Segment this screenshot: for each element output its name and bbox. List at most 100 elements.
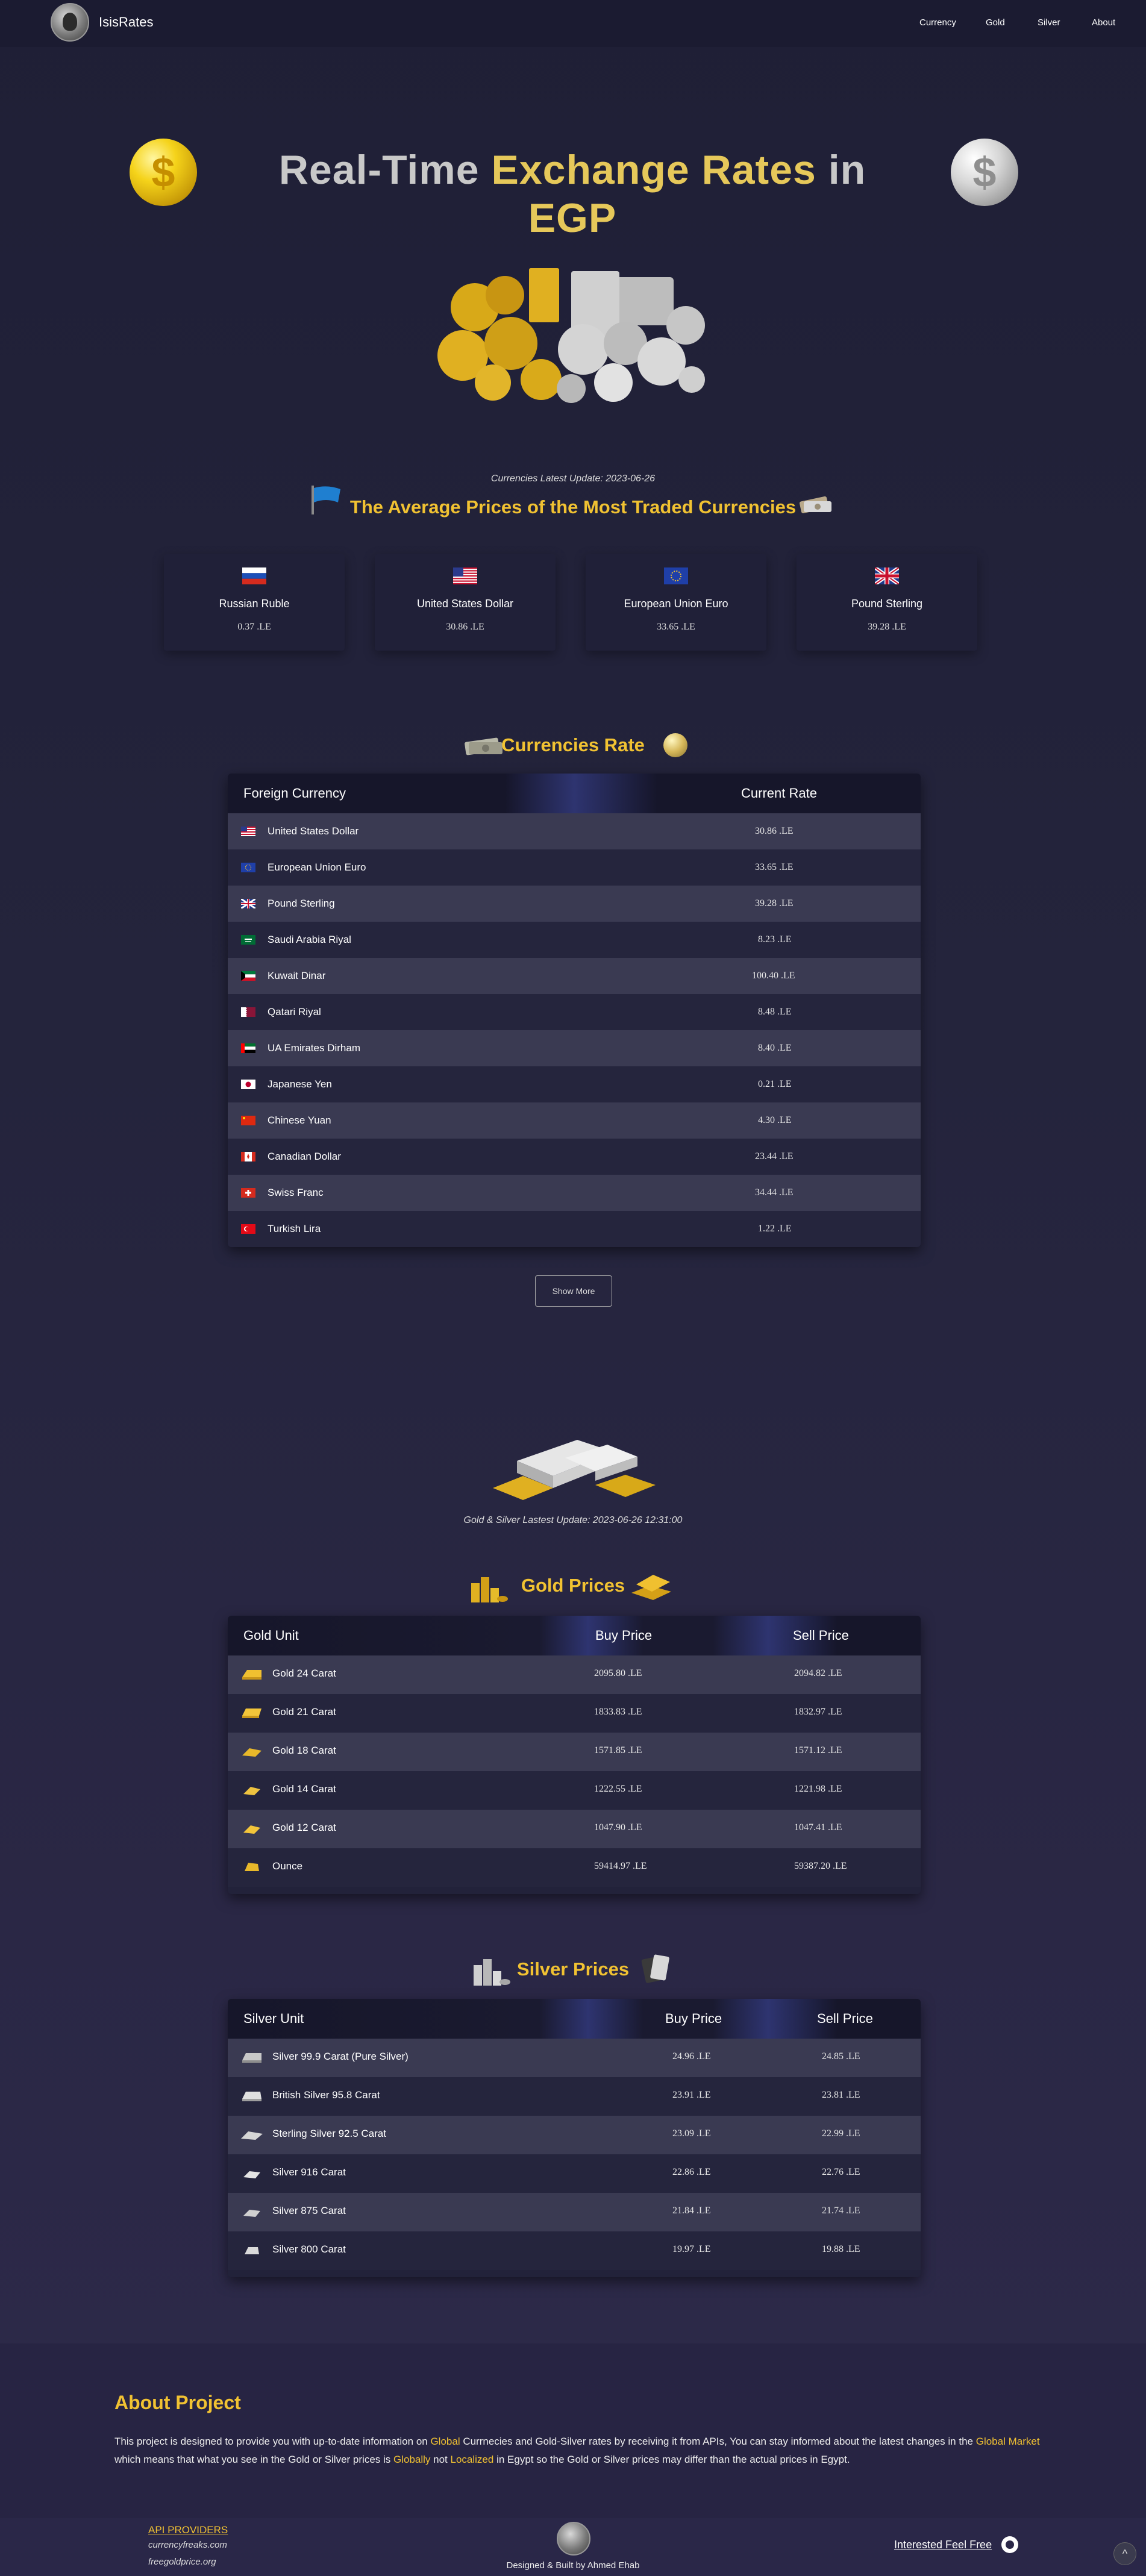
table-row: Swiss Franc 34.44 .LE <box>228 1175 921 1211</box>
silver-unit-name: Sterling Silver 92.5 Carat <box>272 2128 386 2139</box>
silver-bar-icon <box>241 2131 263 2140</box>
table-row: European Union Euro 33.65 .LE <box>228 849 921 886</box>
money-bills-icon <box>799 496 831 514</box>
silver-unit-name: Silver 916 Carat <box>272 2166 346 2178</box>
silver-table: Silver Unit Buy Price Sell Price Silver … <box>228 1999 921 2277</box>
gold-unit-name: Gold 24 Carat <box>272 1668 336 1679</box>
table-row: Kuwait Dinar 100.40 .LE <box>228 958 921 994</box>
column-header: Sell Price <box>817 2011 873 2026</box>
currency-card-name: Pound Sterling <box>851 598 923 610</box>
currency-rate: 8.40 .LE <box>758 1043 792 1053</box>
about-text: This project is designed to provide you … <box>114 2436 1040 2465</box>
brand-name[interactable]: IsisRates <box>99 14 153 30</box>
api-provider-link[interactable]: currencyfreaks.com <box>148 2540 227 2550</box>
about-title: About Project <box>114 2392 241 2413</box>
footer-credit: Designed & Built by Ahmed Ehab <box>506 2560 640 2571</box>
gold-silver-coins-pile-icon <box>437 268 705 403</box>
table-row: Canadian Dollar 23.44 .LE <box>228 1139 921 1175</box>
currency-card[interactable]: Russian Ruble 0.37 .LE <box>164 554 345 651</box>
gold-unit-name: Gold 12 Carat <box>272 1822 336 1833</box>
brand-logo[interactable] <box>51 3 89 42</box>
silver-buy-price: 21.84 .LE <box>672 2206 711 2216</box>
column-header: Gold Unit <box>243 1628 299 1643</box>
ch-flag-icon <box>241 1188 255 1198</box>
silver-sell-price: 21.74 .LE <box>822 2206 860 2216</box>
nav-link-about[interactable]: About <box>1092 17 1115 28</box>
gold-buy-price: 1047.90 .LE <box>594 1822 642 1833</box>
nav-link-currency[interactable]: Currency <box>919 17 956 28</box>
currency-card-value: 30.86 .LE <box>446 622 484 632</box>
gold-buy-price: 1571.85 .LE <box>594 1745 642 1755</box>
currency-name: Swiss Franc <box>268 1187 324 1198</box>
eu-flag-icon <box>664 567 688 584</box>
nav-link-silver[interactable]: Silver <box>1038 17 1060 28</box>
footer-logo <box>557 2522 590 2556</box>
gb-flag-icon <box>875 567 899 584</box>
api-providers-title[interactable]: API PROVIDERS <box>148 2524 228 2536</box>
hero-title: Real-Time Exchange Rates in EGP <box>278 147 866 241</box>
currency-rate: 39.28 .LE <box>755 898 794 908</box>
silver-unit-name: Silver 800 Carat <box>272 2243 346 2255</box>
currency-rate: 100.40 .LE <box>752 971 795 981</box>
table-row: Pound Sterling 39.28 .LE <box>228 886 921 922</box>
currency-name: Japanese Yen <box>268 1078 332 1090</box>
gold-bar-icon <box>243 1787 260 1795</box>
table-row: Ounce 59414.97 .LE 59387.20 .LE <box>228 1848 921 1887</box>
silver-bars-icon <box>641 1954 669 1983</box>
table-row: Gold 18 Carat 1571.85 .LE 1571.12 .LE <box>228 1733 921 1771</box>
silver-unit-name: Silver 875 Carat <box>272 2205 346 2216</box>
ca-flag-icon <box>241 1152 255 1161</box>
github-icon[interactable] <box>1001 2536 1018 2553</box>
currency-rate: 33.65 .LE <box>755 862 794 872</box>
us-flag-icon <box>453 567 477 584</box>
column-header: Buy Price <box>665 2011 722 2026</box>
silver-buy-price: 24.96 .LE <box>672 2051 711 2062</box>
silver-bar-icon <box>242 2092 261 2101</box>
gold-prices-title: Gold Prices <box>521 1575 625 1596</box>
silver-bar-icon <box>243 2210 260 2217</box>
gold-sell-price: 1221.98 .LE <box>794 1784 842 1794</box>
silver-sell-price: 23.81 .LE <box>822 2090 860 2100</box>
currency-card[interactable]: United States Dollar 30.86 .LE <box>375 554 556 651</box>
kw-flag-icon <box>241 971 255 981</box>
silver-buy-price: 22.86 .LE <box>672 2167 711 2177</box>
currency-card-name: United States Dollar <box>416 598 514 610</box>
table-row: Gold 21 Carat 1833.83 .LE 1832.97 .LE <box>228 1694 921 1733</box>
currency-rate: 8.48 .LE <box>758 1007 792 1017</box>
show-more-button[interactable]: Show More <box>535 1275 612 1307</box>
nav-link-gold[interactable]: Gold <box>986 17 1005 28</box>
silver-sell-price: 22.99 .LE <box>822 2128 860 2139</box>
gold-unit-name: Gold 14 Carat <box>272 1783 336 1795</box>
column-header: Foreign Currency <box>243 786 346 801</box>
interested-link[interactable]: Interested Feel Free <box>894 2539 992 2551</box>
currency-rate: 1.22 .LE <box>758 1224 792 1234</box>
currency-card[interactable]: Pound Sterling 39.28 .LE <box>797 554 977 651</box>
table-row: Sterling Silver 92.5 Carat 23.09 .LE 22.… <box>228 2116 921 2154</box>
metals-update-text: Gold & Silver Lastest Update: 2023-06-26… <box>463 1515 683 1525</box>
table-header: Gold Unit Buy Price Sell Price <box>228 1616 921 1655</box>
gold-sell-price: 2094.82 .LE <box>794 1668 842 1678</box>
table-row: Silver 800 Carat 19.97 .LE 19.88 .LE <box>228 2231 921 2270</box>
column-header: Buy Price <box>595 1628 653 1643</box>
currency-card-name: European Union Euro <box>624 598 728 610</box>
currency-card-name: Russian Ruble <box>219 598 290 610</box>
currency-name: Chinese Yuan <box>268 1114 331 1126</box>
table-row: Gold 14 Carat 1222.55 .LE 1221.98 .LE <box>228 1771 921 1810</box>
gb-flag-icon <box>241 899 255 908</box>
currency-rate: 8.23 .LE <box>758 934 792 945</box>
table-row: Silver 916 Carat 22.86 .LE 22.76 .LE <box>228 2154 921 2193</box>
table-row: Silver 99.9 Carat (Pure Silver) 24.96 .L… <box>228 2039 921 2077</box>
scroll-to-top-button[interactable]: ^ <box>1113 2542 1136 2565</box>
column-header: Sell Price <box>793 1628 849 1643</box>
currency-name: Canadian Dollar <box>268 1151 341 1162</box>
gold-bar-icon <box>242 1748 261 1757</box>
eu-flag-icon <box>241 863 255 872</box>
us-flag-icon <box>241 827 255 836</box>
gold-bar-icon <box>242 1670 261 1680</box>
average-prices-title: The Average Prices of the Most Traded Cu… <box>349 496 797 517</box>
ae-flag-icon <box>241 1043 255 1053</box>
table-header: Silver Unit Buy Price Sell Price <box>228 1999 921 2039</box>
currency-card[interactable]: European Union Euro 33.65 .LE <box>586 554 766 651</box>
currencies-table: Foreign Currency Current Rate United Sta… <box>228 774 921 1247</box>
silver-unit-name: British Silver 95.8 Carat <box>272 2089 380 2101</box>
